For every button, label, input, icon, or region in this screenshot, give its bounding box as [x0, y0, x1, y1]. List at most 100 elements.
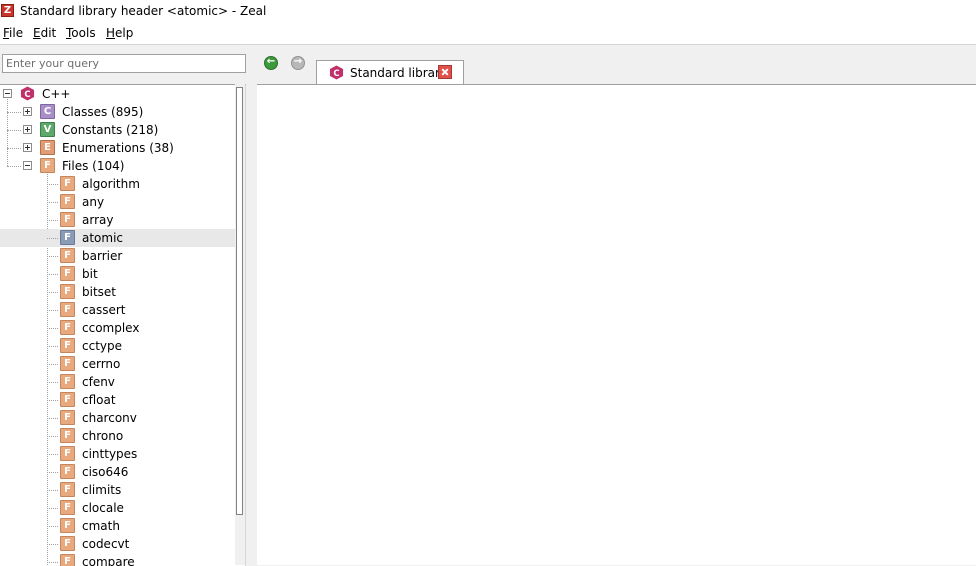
- tree-line: [47, 274, 58, 275]
- docset-tree[interactable]: C C++ C Classes (895) V Constants (218) …: [0, 84, 246, 566]
- tree-item-label: cinttypes: [82, 447, 138, 461]
- expand-icon[interactable]: [23, 143, 32, 152]
- tree-item-label: ccomplex: [82, 321, 140, 335]
- tree-root-label: C++: [42, 87, 71, 101]
- search-input[interactable]: Enter your query: [2, 54, 246, 73]
- tree-item-file[interactable]: Fciso646: [0, 463, 236, 481]
- tree-line: [47, 292, 58, 293]
- tree-line: [47, 184, 58, 185]
- tree-item-file[interactable]: Fbit: [0, 265, 236, 283]
- tree-item-label: barrier: [82, 249, 123, 263]
- tree-group-label: Classes (895): [62, 105, 144, 119]
- file-type-icon: F: [60, 212, 75, 227]
- file-type-icon: F: [60, 230, 75, 245]
- tree-item-label: cctype: [82, 339, 123, 353]
- tree-line: [47, 400, 58, 401]
- forward-arrow-icon[interactable]: →: [291, 56, 305, 70]
- collapse-icon[interactable]: [23, 161, 32, 170]
- file-type-icon: F: [60, 356, 75, 371]
- tree-item-file[interactable]: Fany: [0, 193, 236, 211]
- menu-tools[interactable]: Tools: [66, 26, 96, 40]
- expand-icon[interactable]: [23, 107, 32, 116]
- menu-bar: File Edit Tools Help: [0, 23, 976, 45]
- tree-line: [47, 364, 58, 365]
- tree-line: [47, 472, 58, 473]
- tree-item-file[interactable]: Fcassert: [0, 301, 236, 319]
- tree-line: [47, 238, 58, 239]
- tree-group-label: Constants (218): [62, 123, 159, 137]
- file-type-icon: F: [60, 554, 75, 566]
- tree-item-label: climits: [82, 483, 122, 497]
- tree-item-label: bit: [82, 267, 98, 281]
- file-type-icon: F: [60, 500, 75, 515]
- tree-item-file[interactable]: Fcompare: [0, 553, 236, 566]
- file-type-icon: F: [60, 482, 75, 497]
- tree-item-file[interactable]: Fcerrno: [0, 355, 236, 373]
- tree-group-classes[interactable]: C Classes (895): [0, 103, 236, 121]
- enumeration-type-icon: E: [40, 140, 55, 155]
- tree-item-file[interactable]: Fccomplex: [0, 319, 236, 337]
- tree-line: [47, 382, 58, 383]
- tree-line: [47, 544, 58, 545]
- tree-item-file[interactable]: Fcharconv: [0, 409, 236, 427]
- file-type-icon: F: [60, 338, 75, 353]
- documentation-view[interactable]: [257, 84, 976, 565]
- tree-group-files[interactable]: F Files (104): [0, 157, 236, 175]
- tab-standard-library[interactable]: C Standard librar...: [316, 60, 464, 84]
- tree-item-file[interactable]: Fbarrier: [0, 247, 236, 265]
- tree-item-label: compare: [82, 555, 135, 566]
- scrollbar-thumb[interactable]: [236, 87, 243, 515]
- tree-item-file[interactable]: Fchrono: [0, 427, 236, 445]
- tree-group-enumerations[interactable]: E Enumerations (38): [0, 139, 236, 157]
- svg-text:C: C: [333, 68, 339, 78]
- collapse-icon[interactable]: [3, 89, 12, 98]
- tree-item-label: chrono: [82, 429, 124, 443]
- tree-line: [47, 202, 58, 203]
- file-type-icon: F: [60, 446, 75, 461]
- close-icon[interactable]: [438, 65, 452, 79]
- tree-item-file[interactable]: Fbitset: [0, 283, 236, 301]
- cpp-docset-icon: C: [20, 86, 35, 101]
- file-type-icon: F: [60, 374, 75, 389]
- menu-file[interactable]: File: [3, 26, 23, 40]
- tree-item-file[interactable]: Fcfenv: [0, 373, 236, 391]
- title-bar: Z Standard library header <atomic> - Zea…: [0, 0, 976, 23]
- tree-item-label: ciso646: [82, 465, 129, 479]
- tree-item-file[interactable]: Fcinttypes: [0, 445, 236, 463]
- tree-line: [47, 526, 58, 527]
- file-type-icon: F: [60, 392, 75, 407]
- tree-root-cpp[interactable]: C C++: [0, 85, 236, 103]
- file-type-icon: F: [60, 536, 75, 551]
- tree-item-file[interactable]: Farray: [0, 211, 236, 229]
- tree-item-file[interactable]: Falgorithm: [0, 175, 236, 193]
- tree-line: [47, 562, 58, 563]
- class-type-icon: C: [40, 104, 55, 119]
- tree-item-label: array: [82, 213, 114, 227]
- tree-scrollbar[interactable]: [235, 84, 245, 565]
- tree-item-file-selected[interactable]: Fatomic: [0, 229, 236, 247]
- tree-item-file[interactable]: Fcmath: [0, 517, 236, 535]
- menu-edit[interactable]: Edit: [33, 26, 56, 40]
- tree-line: [47, 328, 58, 329]
- tree-item-label: atomic: [82, 231, 124, 245]
- tree-item-file[interactable]: Fcfloat: [0, 391, 236, 409]
- tree-item-file[interactable]: Fclimits: [0, 481, 236, 499]
- menu-help[interactable]: Help: [106, 26, 133, 40]
- tree-line: [47, 436, 58, 437]
- tree-item-label: algorithm: [82, 177, 140, 191]
- tree-line: [47, 490, 58, 491]
- file-type-icon: F: [60, 518, 75, 533]
- sidebar: Enter your query C C++ C Classes (895) V…: [0, 45, 257, 566]
- tree-item-file[interactable]: Fcctype: [0, 337, 236, 355]
- tree-group-label: Enumerations (38): [62, 141, 174, 155]
- file-type-icon: F: [60, 248, 75, 263]
- tree-item-label: clocale: [82, 501, 124, 515]
- tree-item-label: cerrno: [82, 357, 121, 371]
- tree-group-constants[interactable]: V Constants (218): [0, 121, 236, 139]
- back-arrow-icon[interactable]: ←: [264, 56, 278, 70]
- tree-item-file[interactable]: Fcodecvt: [0, 535, 236, 553]
- file-type-icon: F: [60, 320, 75, 335]
- tree-item-file[interactable]: Fclocale: [0, 499, 236, 517]
- expand-icon[interactable]: [23, 125, 32, 134]
- tree-line: [47, 256, 58, 257]
